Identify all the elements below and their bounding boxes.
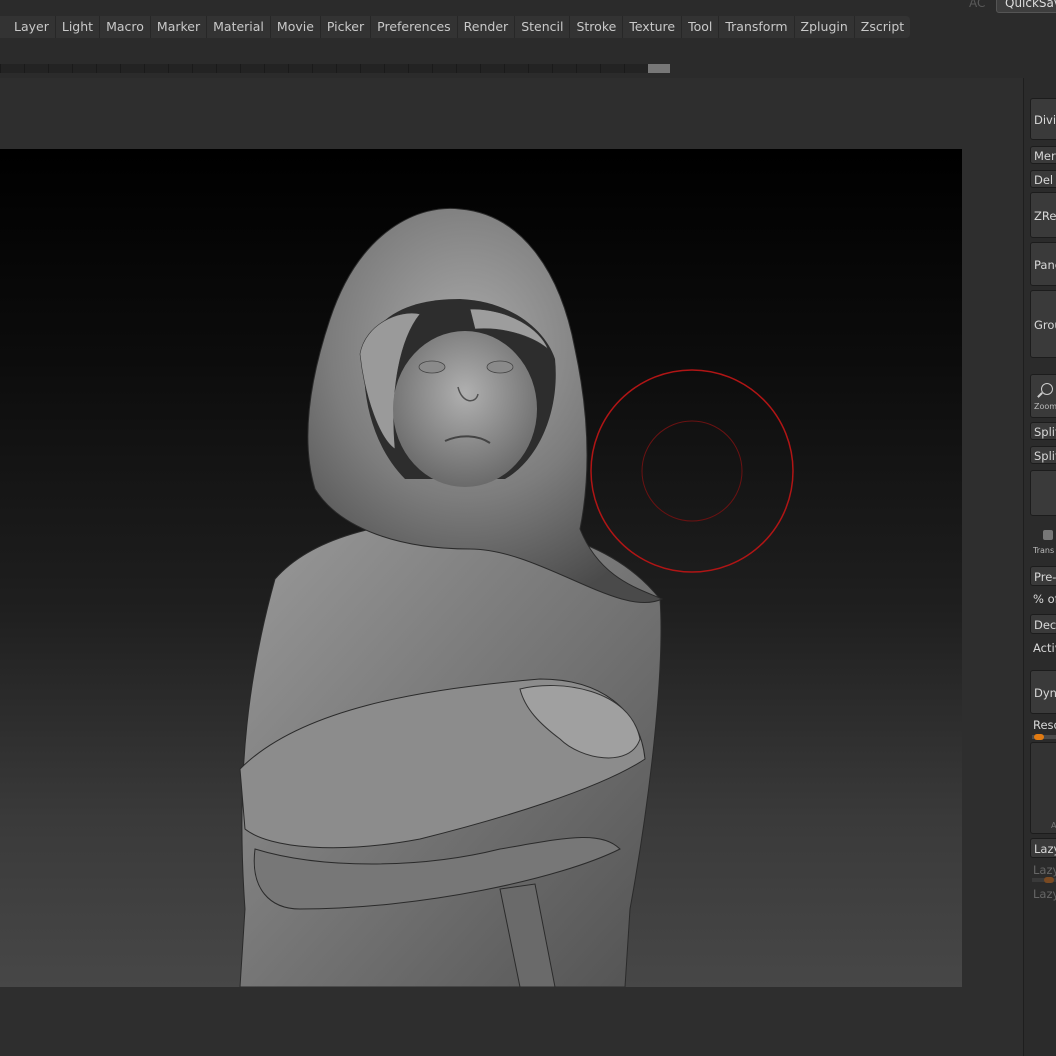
brush-focal-ring bbox=[641, 420, 743, 522]
lazystep-slider-knob[interactable] bbox=[1044, 877, 1054, 883]
magnifier-handle-icon bbox=[1037, 392, 1043, 398]
right-tray: Divide Mer Del l ZRer Pane Grou Zoom Spl… bbox=[1023, 78, 1056, 1056]
quicksave-button[interactable]: QuickSave bbox=[996, 0, 1056, 13]
ac-label: AC bbox=[969, 0, 986, 10]
groups-button[interactable]: Grou bbox=[1030, 290, 1056, 358]
split-hidden-button[interactable]: Split bbox=[1030, 422, 1056, 440]
timeline-tick bbox=[144, 64, 145, 73]
menu-layer[interactable]: Layer bbox=[0, 16, 56, 38]
timeline-tick bbox=[552, 64, 553, 73]
timeline-tick bbox=[24, 64, 25, 73]
timeline-tick bbox=[432, 64, 433, 73]
menu-texture[interactable]: Texture bbox=[623, 16, 683, 38]
timeline-tick bbox=[312, 64, 313, 73]
menu-transform[interactable]: Transform bbox=[719, 16, 795, 38]
timeline-tick bbox=[168, 64, 169, 73]
timeline-tick bbox=[480, 64, 481, 73]
timeline-tick bbox=[96, 64, 97, 73]
percent-of-label: % of bbox=[1033, 592, 1056, 606]
timeline-tick bbox=[528, 64, 529, 73]
transp-button[interactable]: Trans bbox=[1030, 524, 1056, 560]
resolution-slider[interactable] bbox=[1032, 734, 1056, 740]
menu-picker[interactable]: Picker bbox=[321, 16, 372, 38]
timeline-tick bbox=[360, 64, 361, 73]
timeline-tick bbox=[576, 64, 577, 73]
preview-box-label: A bbox=[1051, 821, 1056, 830]
lazystep-slider[interactable] bbox=[1032, 877, 1056, 883]
timeline-tick bbox=[48, 64, 49, 73]
menu-zscript[interactable]: Zscript bbox=[855, 16, 910, 38]
lazyradius-label: Lazy bbox=[1033, 887, 1056, 901]
timeline-tick bbox=[624, 64, 625, 73]
menu-render[interactable]: Render bbox=[458, 16, 516, 38]
timeline-tick bbox=[288, 64, 289, 73]
menu-tool[interactable]: Tool bbox=[682, 16, 720, 38]
menu-macro[interactable]: Macro bbox=[100, 16, 151, 38]
menu-marker[interactable]: Marker bbox=[151, 16, 208, 38]
zoom-button[interactable]: Zoom bbox=[1030, 374, 1056, 418]
timeline-tick bbox=[216, 64, 217, 73]
timeline-tick bbox=[456, 64, 457, 73]
transparency-icon bbox=[1043, 530, 1053, 540]
timeline-tick bbox=[192, 64, 193, 73]
delete-button[interactable]: Del l bbox=[1030, 170, 1056, 188]
main-menu: Layer Light Macro Marker Material Movie … bbox=[0, 16, 911, 38]
timeline-tick bbox=[600, 64, 601, 73]
lazymouse-button[interactable]: Lazy bbox=[1030, 838, 1056, 858]
active-points-label: Activ bbox=[1033, 641, 1056, 655]
timeline-tick bbox=[504, 64, 505, 73]
resolution-label: Reso bbox=[1033, 718, 1056, 732]
menu-movie[interactable]: Movie bbox=[271, 16, 321, 38]
menu-light[interactable]: Light bbox=[56, 16, 101, 38]
lazystep-label: Lazy bbox=[1033, 863, 1056, 877]
timeline-tick bbox=[384, 64, 385, 73]
merge-swatch[interactable] bbox=[1030, 470, 1056, 516]
timeline-slider-thumb[interactable] bbox=[648, 64, 670, 73]
split-unmasked-button[interactable]: Split bbox=[1030, 446, 1056, 464]
top-bar: AC QuickSave Layer Light Macro Marker Ma… bbox=[0, 0, 1056, 46]
resolution-slider-knob[interactable] bbox=[1034, 734, 1044, 740]
pre-process-button[interactable]: Pre- bbox=[1030, 566, 1056, 586]
timeline-tick bbox=[120, 64, 121, 73]
divide-button[interactable]: Divide bbox=[1030, 98, 1056, 140]
sculpt-model bbox=[239, 207, 794, 987]
menu-zplugin[interactable]: Zplugin bbox=[795, 16, 855, 38]
dynamesh-button[interactable]: Dyna bbox=[1030, 670, 1056, 714]
menu-material[interactable]: Material bbox=[207, 16, 271, 38]
decimate-button[interactable]: Deci bbox=[1030, 614, 1056, 634]
timeline-tick bbox=[0, 64, 1, 73]
panel-loops-button[interactable]: Pane bbox=[1030, 242, 1056, 286]
timeline-tick bbox=[264, 64, 265, 73]
transp-label: Trans bbox=[1033, 546, 1055, 555]
menu-stencil[interactable]: Stencil bbox=[515, 16, 571, 38]
menu-preferences[interactable]: Preferences bbox=[371, 16, 458, 38]
zremesher-button[interactable]: ZRer bbox=[1030, 192, 1056, 238]
timeline-tick bbox=[240, 64, 241, 73]
timeline-tick bbox=[336, 64, 337, 73]
timeline-tick bbox=[72, 64, 73, 73]
brush-draw-size-ring bbox=[590, 369, 794, 573]
timeline-tick bbox=[408, 64, 409, 73]
zoom-label: Zoom bbox=[1034, 402, 1056, 411]
merge-button[interactable]: Mer bbox=[1030, 146, 1056, 164]
timeline-slider[interactable] bbox=[0, 64, 670, 73]
menu-stroke[interactable]: Stroke bbox=[570, 16, 624, 38]
zbrush-window: AC QuickSave Layer Light Macro Marker Ma… bbox=[0, 0, 1056, 1056]
viewport-canvas[interactable] bbox=[0, 149, 962, 987]
preview-box: A bbox=[1030, 742, 1056, 834]
